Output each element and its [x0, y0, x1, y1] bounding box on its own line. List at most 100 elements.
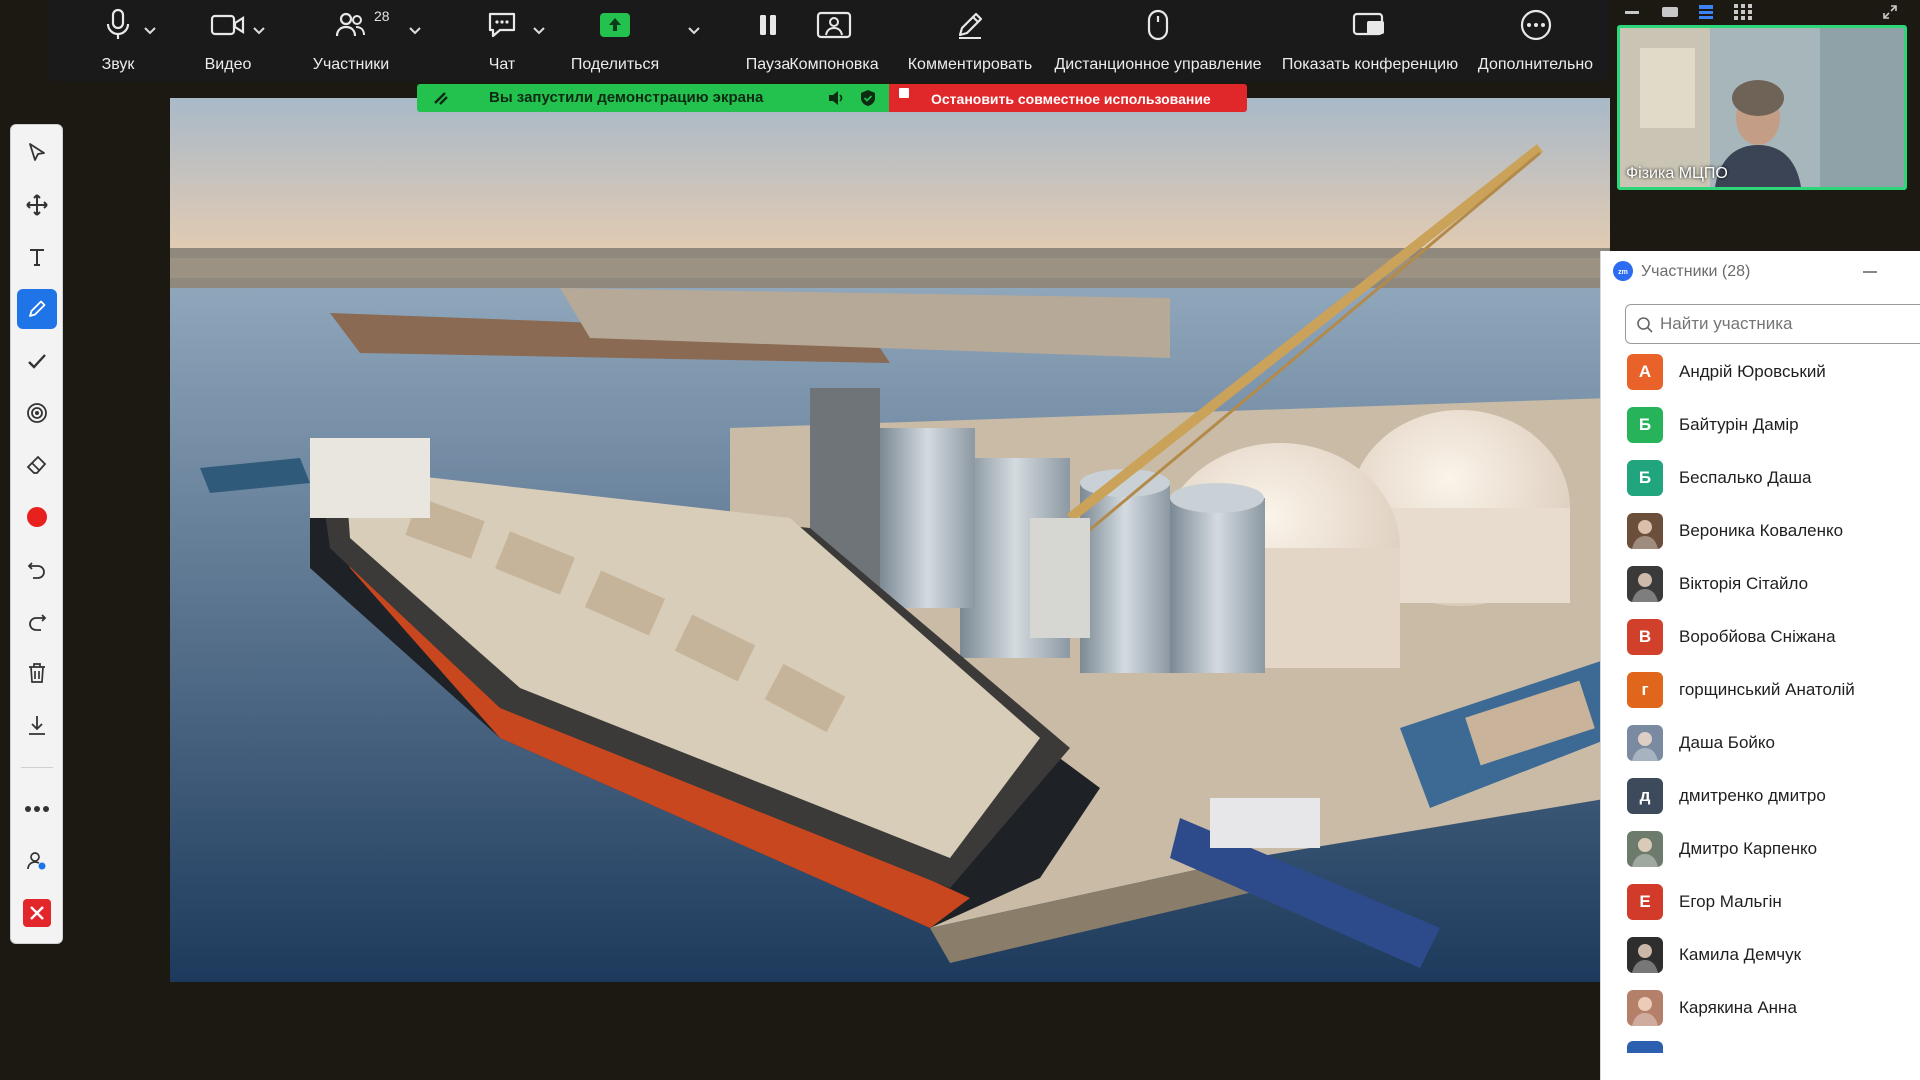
minimize-icon[interactable]: [1625, 11, 1639, 14]
participant-initial-avatar: Б: [1627, 407, 1663, 443]
chat-options-chevron-icon[interactable]: [533, 22, 545, 40]
participant-row[interactable]: д дмитренко дмитро: [1627, 776, 1917, 816]
stop-share-label: Остановить совместное использование: [931, 91, 1211, 107]
gallery-view-icon[interactable]: [1734, 4, 1752, 20]
participant-name: Андрій Юровський: [1679, 362, 1826, 381]
red-color-dot-icon: [27, 507, 47, 527]
share-label: Поделиться: [570, 56, 660, 73]
participant-photo-avatar: [1627, 990, 1663, 1026]
spotlight-tool-button[interactable]: [17, 393, 57, 433]
participant-row[interactable]: Б Беспалько Даша: [1627, 458, 1917, 498]
search-icon: [1637, 317, 1653, 333]
pointer-arrow-icon: [29, 143, 45, 161]
close-annotation-button[interactable]: [17, 893, 57, 933]
close-icon: [23, 899, 51, 927]
participant-name-label: Фізика МЦПО: [1626, 165, 1728, 182]
participant-name: Вікторія Сітайло: [1679, 574, 1809, 593]
ellipsis-icon: [25, 806, 49, 812]
annotation-toolbar: [10, 124, 63, 944]
drag-handle-icon[interactable]: [433, 91, 449, 105]
video-camera-icon: [210, 14, 245, 36]
mouse-icon: [1147, 9, 1169, 41]
audio-label: Звук: [101, 56, 135, 73]
text-t-icon: [30, 249, 44, 266]
participant-name: Карякина Анна: [1679, 998, 1797, 1017]
eraser-tool-button[interactable]: [17, 445, 57, 485]
sharing-status-bar[interactable]: Вы запустили демонстрацию экрана: [417, 84, 889, 112]
more-button[interactable]: Дополнительно: [1468, 0, 1603, 82]
audio-options-chevron-icon[interactable]: [144, 22, 156, 40]
pencil-icon: [29, 300, 46, 317]
participant-row[interactable]: В Воробйова Сніжана: [1627, 617, 1917, 657]
shield-check-icon[interactable]: [860, 89, 876, 107]
layout-button[interactable]: Компоновка: [774, 0, 894, 82]
select-tool-button[interactable]: [17, 133, 57, 173]
participant-name: Беспалько Даша: [1679, 468, 1812, 487]
video-label: Видео: [204, 56, 252, 73]
participant-row[interactable]: Вікторія Сітайло: [1627, 564, 1917, 604]
share-screen-button[interactable]: Поделиться: [560, 0, 670, 82]
move-tool-button[interactable]: [17, 185, 57, 225]
panel-minimize-icon[interactable]: [1863, 271, 1877, 273]
participant-row[interactable]: г горщинський Анатолій: [1627, 670, 1917, 710]
show-meeting-icon: [1352, 12, 1384, 36]
participants-options-chevron-icon[interactable]: [409, 22, 421, 40]
more-tools-button[interactable]: [17, 789, 57, 829]
participants-icon: [335, 12, 365, 37]
participant-photo-avatar: [1627, 513, 1663, 549]
video-button[interactable]: Видео: [183, 0, 273, 82]
participant-initial-avatar: д: [1627, 778, 1663, 814]
draw-tool-button[interactable]: [17, 289, 57, 329]
sharing-status-banner: Вы запустили демонстрацию экрана Останов…: [417, 84, 1247, 112]
share-options-chevron-icon[interactable]: [688, 22, 700, 40]
participant-row[interactable]: Вероника Коваленко: [1627, 511, 1917, 551]
hide-video-icon[interactable]: [1662, 7, 1678, 17]
person-badge-icon: [27, 852, 46, 870]
show-meeting-button[interactable]: Показать конференцию: [1270, 0, 1470, 82]
video-options-chevron-icon[interactable]: [253, 22, 265, 40]
participant-row[interactable]: Е Егор Мальгін: [1627, 882, 1917, 922]
undo-button[interactable]: [17, 549, 57, 589]
participant-initial-avatar: Е: [1627, 884, 1663, 920]
annotate-button[interactable]: Комментировать: [900, 0, 1040, 82]
participant-name: Камила Демчук: [1679, 945, 1802, 964]
participant-name: Егор Мальгін: [1679, 892, 1782, 911]
participants-count-badge: 28: [374, 8, 390, 24]
stop-share-button[interactable]: Остановить совместное использование: [889, 84, 1247, 112]
chat-label: Чат: [488, 56, 516, 73]
clear-button[interactable]: [17, 653, 57, 693]
participant-search-box[interactable]: [1625, 304, 1920, 344]
color-picker-button[interactable]: [17, 497, 57, 537]
more-options-icon: [1520, 9, 1551, 41]
participant-row[interactable]: Карякина Анна: [1627, 988, 1917, 1028]
speaker-icon[interactable]: [827, 90, 845, 106]
spotlight-icon: [27, 403, 47, 423]
participant-row[interactable]: Б Байтурін Дамір: [1627, 405, 1917, 445]
participant-row[interactable]: Дмитро Карпенко: [1627, 829, 1917, 869]
participant-row[interactable]: Даша Бойко: [1627, 723, 1917, 763]
eraser-icon: [26, 455, 47, 474]
participant-photo-avatar: [1627, 566, 1663, 602]
participant-video-frame: [1620, 28, 1904, 187]
redo-button[interactable]: [17, 601, 57, 641]
collapse-icon[interactable]: [1882, 4, 1898, 20]
speaker-view-icon[interactable]: [1698, 4, 1714, 20]
participant-row[interactable]: Камила Демчук: [1627, 935, 1917, 975]
participant-row[interactable]: А Андрій Юровський: [1627, 352, 1917, 392]
participant-search-input[interactable]: [1658, 313, 1908, 335]
stop-square-icon: [899, 88, 909, 98]
annotate-label: Комментировать: [907, 56, 1033, 73]
participants-panel: zm Участники (28) А Андрій Юровський Б Байт…: [1600, 251, 1920, 1080]
save-annotation-button[interactable]: [17, 705, 57, 745]
annotator-names-button[interactable]: [17, 841, 57, 881]
text-tool-button[interactable]: [17, 237, 57, 277]
stamp-tool-button[interactable]: [17, 341, 57, 381]
self-video-tile[interactable]: Фізика МЦПО: [1617, 25, 1907, 190]
participant-name: дмитренко дмитро: [1679, 786, 1826, 805]
remote-control-button[interactable]: Дистанционное управление: [1048, 0, 1268, 82]
audio-button[interactable]: Звук: [78, 0, 158, 82]
participant-row-partial[interactable]: [1627, 1041, 1663, 1053]
chat-button[interactable]: Чат: [472, 0, 532, 82]
meeting-toolbar: Звук Видео Участники 28 Чат Поделиться П…: [48, 0, 1610, 82]
participant-initial-avatar: А: [1627, 354, 1663, 390]
